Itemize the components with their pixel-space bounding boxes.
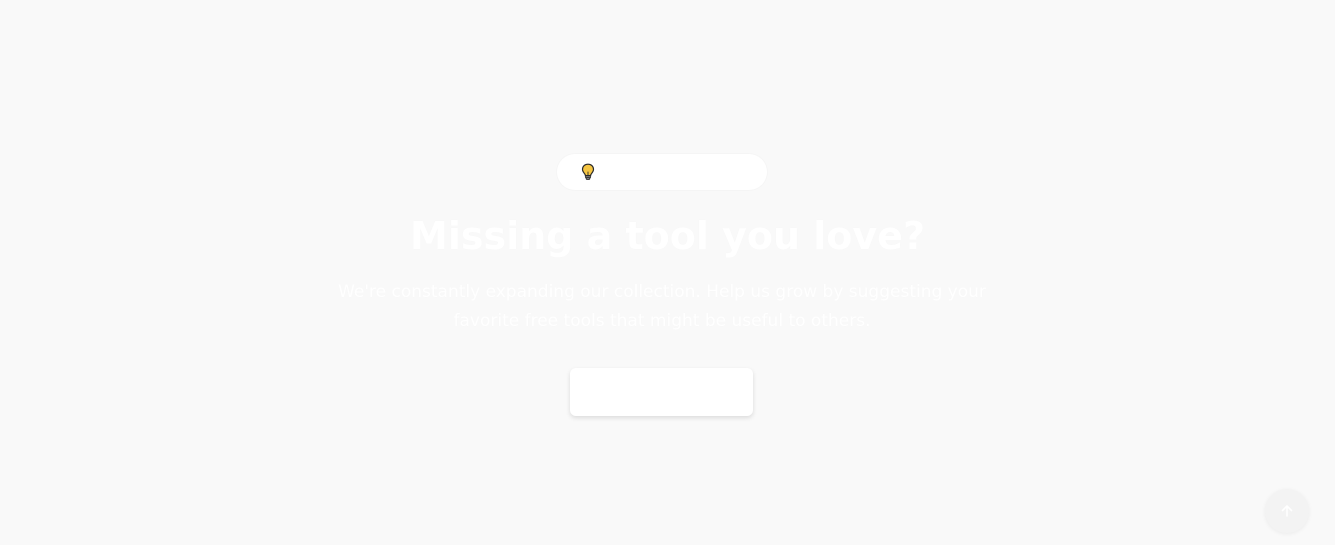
section-headline: Missing a tool you love? — [410, 214, 925, 258]
arrow-up-icon — [1281, 505, 1293, 517]
suggestion-badge — [557, 154, 767, 190]
section-description: We're constantly expanding our collectio… — [338, 282, 986, 331]
lightbulb-icon — [581, 163, 595, 181]
scroll-to-top-button[interactable] — [1265, 489, 1309, 533]
suggest-tool-button[interactable] — [570, 368, 753, 416]
suggest-tool-section: Missing a tool you love? We're constantl… — [0, 0, 1335, 545]
